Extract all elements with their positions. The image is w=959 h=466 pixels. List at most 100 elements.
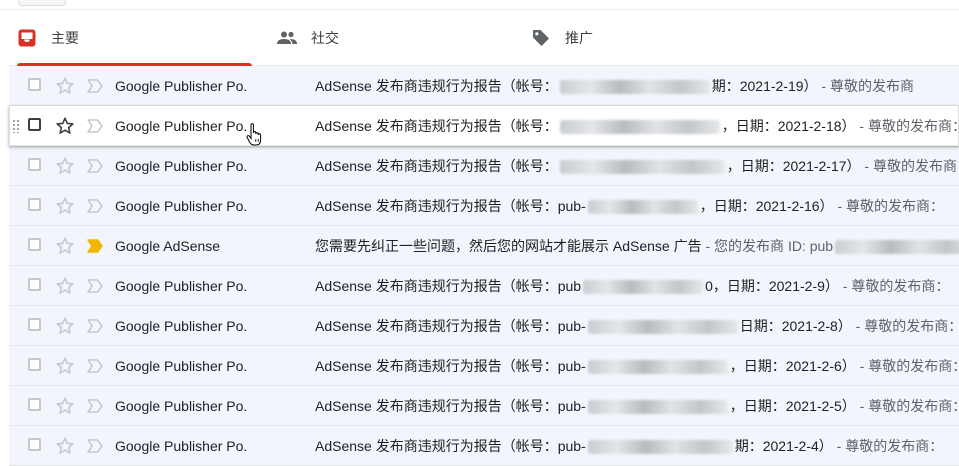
email-snippet: - 尊敬的发布商： bbox=[864, 158, 959, 174]
select-checkbox[interactable] bbox=[28, 438, 41, 451]
select-checkbox[interactable] bbox=[28, 318, 41, 331]
drag-handle-icon[interactable] bbox=[12, 119, 20, 133]
category-tabs: 主要 社交 推广 bbox=[9, 10, 959, 66]
email-row[interactable]: Google Publisher Po. AdSense 发布商违规行为报告（帐号… bbox=[9, 266, 959, 306]
select-checkbox[interactable] bbox=[28, 198, 41, 211]
star-icon[interactable] bbox=[55, 156, 75, 176]
email-sender: Google Publisher Po. bbox=[115, 158, 248, 174]
email-subject-date: ，日期：2021-2-16） bbox=[699, 198, 834, 214]
email-row[interactable]: Google Publisher Po. AdSense 发布商违规行为报告（帐号… bbox=[9, 346, 959, 386]
important-marker-icon[interactable] bbox=[86, 158, 104, 174]
email-row[interactable]: Google Publisher Po. AdSense 发布商违规行为报告（帐号… bbox=[9, 186, 959, 226]
tab-primary[interactable]: 主要 bbox=[17, 10, 252, 66]
email-sender: Google Publisher Po. bbox=[115, 438, 248, 454]
email-subject: AdSense 发布商违规行为报告（帐号：pub- bbox=[315, 398, 586, 414]
inbox-icon bbox=[17, 28, 37, 48]
star-icon[interactable] bbox=[55, 396, 75, 416]
email-snippet: - 尊敬的发布商： bbox=[851, 318, 959, 334]
email-sender: Google Publisher Po. bbox=[115, 78, 248, 94]
email-subject: 您需要先纠正一些问题，然后您的网站才能展示 AdSense 广告 bbox=[315, 238, 702, 254]
important-marker-icon[interactable] bbox=[86, 398, 104, 414]
email-sender: Google Publisher Po. bbox=[115, 278, 248, 294]
star-icon[interactable] bbox=[55, 76, 75, 96]
email-content: AdSense 发布商违规行为报告（帐号：pub 0，日期：2021-2-9） -… bbox=[315, 266, 959, 305]
select-checkbox[interactable] bbox=[28, 238, 41, 251]
select-checkbox[interactable] bbox=[28, 358, 41, 371]
email-subject-date: ，日期：2021-2-5） bbox=[729, 398, 856, 414]
important-marker-icon[interactable] bbox=[86, 118, 104, 134]
redacted-account-id bbox=[587, 440, 733, 455]
important-marker-icon[interactable] bbox=[86, 438, 104, 454]
star-icon[interactable] bbox=[55, 316, 75, 336]
hand-cursor-icon bbox=[246, 123, 262, 146]
select-checkbox[interactable] bbox=[28, 158, 41, 171]
important-marker-icon[interactable] bbox=[86, 78, 104, 94]
email-subject: AdSense 发布商违规行为报告（帐号：pub bbox=[315, 278, 582, 294]
tab-label: 主要 bbox=[51, 29, 79, 46]
email-content: 您需要先纠正一些问题，然后您的网站才能展示 AdSense 广告 - 您的发布商… bbox=[315, 226, 959, 265]
email-content: AdSense 发布商违规行为报告（帐号：pub- ，日期：2021-2-5） -… bbox=[315, 386, 959, 425]
star-icon[interactable] bbox=[55, 356, 75, 376]
email-subject-date: 期：2021-2-4） bbox=[734, 438, 833, 454]
email-subject-date: 日期：2021-2-8） bbox=[739, 318, 852, 334]
redacted-account-id bbox=[587, 320, 738, 335]
email-subject: AdSense 发布商违规行为报告（帐号： bbox=[315, 78, 558, 94]
star-icon[interactable] bbox=[55, 116, 75, 136]
email-row[interactable]: Google Publisher Po. AdSense 发布商违规行为报告（帐号… bbox=[9, 306, 959, 346]
select-checkbox[interactable] bbox=[28, 118, 41, 131]
tab-promotions[interactable]: 推广 bbox=[531, 10, 771, 65]
important-marker-icon[interactable] bbox=[86, 238, 104, 254]
important-marker-icon[interactable] bbox=[86, 198, 104, 214]
toolbar-button[interactable] bbox=[18, 0, 66, 6]
important-marker-icon[interactable] bbox=[86, 318, 104, 334]
email-content: AdSense 发布商违规行为报告（帐号： 期：2021-2-19） - 尊敬的发… bbox=[315, 66, 959, 105]
email-subject: AdSense 发布商违规行为报告（帐号：pub- bbox=[315, 438, 586, 454]
email-subject: AdSense 发布商违规行为报告（帐号：pub- bbox=[315, 358, 586, 374]
email-sender: Google Publisher Po. bbox=[115, 398, 248, 414]
email-snippet: - 尊敬的发布商： bbox=[832, 438, 944, 454]
tab-label: 推广 bbox=[565, 29, 593, 46]
email-sender: Google Publisher Po. bbox=[115, 118, 248, 134]
email-snippet: - 尊敬的发布商： bbox=[838, 278, 950, 294]
email-row[interactable]: Google Publisher Po. AdSense 发布商违规行为报告（帐号… bbox=[9, 66, 959, 106]
email-snippet: - 尊敬的发布商： bbox=[833, 198, 945, 214]
select-checkbox[interactable] bbox=[28, 278, 41, 291]
important-marker-icon[interactable] bbox=[86, 358, 104, 374]
email-snippet: - 尊敬的发布商： bbox=[855, 398, 959, 414]
email-subject-date: 期：2021-2-19） bbox=[711, 78, 818, 94]
important-marker-icon[interactable] bbox=[86, 278, 104, 294]
email-content: AdSense 发布商违规行为报告（帐号： ，日期：2021-2-17） - 尊敬… bbox=[315, 146, 959, 185]
email-sender: Google AdSense bbox=[115, 238, 221, 254]
star-icon[interactable] bbox=[55, 196, 75, 216]
redacted-account-id bbox=[587, 400, 728, 415]
email-subject: AdSense 发布商违规行为报告（帐号： bbox=[315, 118, 558, 134]
redacted-publisher-id bbox=[835, 240, 959, 255]
email-row[interactable]: Google AdSense 您需要先纠正一些问题，然后您的网站才能展示 AdSe… bbox=[9, 226, 959, 266]
star-icon[interactable] bbox=[55, 436, 75, 456]
email-sender: Google Publisher Po. bbox=[115, 358, 248, 374]
email-row[interactable]: Google Publisher Po. AdSense 发布商违规行为报告（帐号… bbox=[9, 426, 959, 466]
select-checkbox[interactable] bbox=[28, 78, 41, 91]
redacted-account-id bbox=[559, 160, 725, 175]
email-row[interactable]: Google Publisher Po. AdSense 发布商违规行为报告（帐号… bbox=[9, 146, 959, 186]
email-snippet: - 您的发布商 ID: pub bbox=[701, 238, 834, 254]
email-content: AdSense 发布商违规行为报告（帐号：pub- ，日期：2021-2-16） … bbox=[315, 186, 959, 225]
email-subject: AdSense 发布商违规行为报告（帐号：pub- bbox=[315, 198, 586, 214]
email-subject: AdSense 发布商违规行为报告（帐号：pub- bbox=[315, 318, 586, 334]
email-subject-date: 0，日期：2021-2-9） bbox=[705, 278, 839, 294]
redacted-account-id bbox=[587, 360, 728, 375]
email-snippet: - 尊敬的发布商： bbox=[855, 118, 959, 134]
email-subject-date: ，日期：2021-2-6） bbox=[729, 358, 856, 374]
email-row[interactable]: Google Publisher Po. AdSense 发布商违规行为报告（帐号… bbox=[9, 106, 959, 146]
email-row[interactable]: Google Publisher Po. AdSense 发布商违规行为报告（帐号… bbox=[9, 386, 959, 426]
email-snippet: - 尊敬的发布商： bbox=[855, 358, 959, 374]
star-icon[interactable] bbox=[55, 236, 75, 256]
email-content: AdSense 发布商违规行为报告（帐号： ，日期：2021-2-18） - 尊敬… bbox=[315, 106, 959, 145]
tab-social[interactable]: 社交 bbox=[277, 10, 517, 65]
email-snippet: - 尊敬的发布商 bbox=[817, 78, 914, 94]
tag-icon bbox=[531, 28, 551, 48]
toolbar-strip bbox=[0, 0, 959, 10]
select-checkbox[interactable] bbox=[28, 398, 41, 411]
star-icon[interactable] bbox=[55, 276, 75, 296]
email-content: AdSense 发布商违规行为报告（帐号：pub- 日期：2021-2-8） - … bbox=[315, 306, 959, 345]
